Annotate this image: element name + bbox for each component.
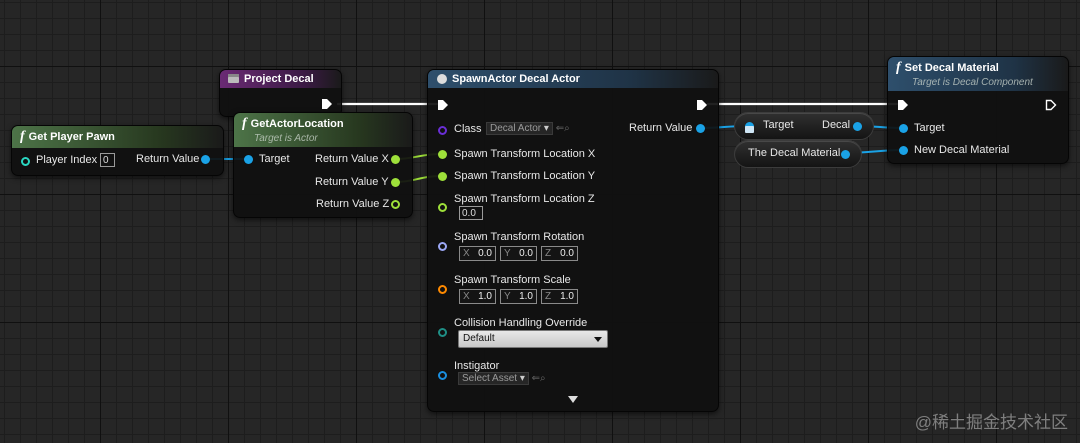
new-decal-material-pin[interactable]	[899, 146, 908, 155]
decal-material-pin[interactable]	[841, 150, 850, 159]
new-decal-material-label: New Decal Material	[914, 144, 1010, 156]
loc-z-pin[interactable]	[438, 203, 447, 212]
loc-x-label: Spawn Transform Location X	[454, 148, 596, 160]
rotation-x-input[interactable]: X 0.0	[459, 246, 496, 261]
spawn-return-pin[interactable]	[696, 124, 705, 133]
get-actor-location-subtitle: Target is Actor	[254, 133, 318, 144]
getter-cube-icon	[745, 126, 754, 133]
set-material-target-label: Target	[914, 122, 945, 134]
get-player-pawn-title: Get Player Pawn	[28, 131, 115, 143]
decal-material-label: The Decal Material	[748, 147, 841, 159]
return-z-pin[interactable]	[391, 200, 400, 209]
collision-pin[interactable]	[438, 328, 447, 337]
loc-y-pin[interactable]	[438, 172, 447, 181]
set-decal-material-header[interactable]: f Set Decal Material Target is Decal Comp…	[888, 57, 1068, 91]
return-y-label: Return Value Y	[315, 176, 389, 188]
instigator-pin[interactable]	[438, 371, 447, 380]
location-target-label: Target	[259, 153, 290, 165]
set-decal-material-node[interactable]: f Set Decal Material Target is Decal Comp…	[887, 56, 1069, 164]
player-index-label: Player Index	[36, 154, 98, 166]
scale-y-input[interactable]: Y 1.0	[500, 289, 537, 304]
instigator-value: Select Asset	[462, 373, 518, 384]
instigator-label: Instigator	[454, 360, 500, 372]
function-icon: f	[896, 60, 901, 75]
project-decal-exec-out-pin[interactable]	[321, 98, 333, 110]
project-decal-node[interactable]: Project Decal	[219, 69, 342, 117]
set-material-exec-out-pin[interactable]	[1045, 99, 1057, 111]
get-actor-location-header[interactable]: f GetActorLocation Target is Actor	[234, 113, 412, 147]
use-selected-arrow-icon[interactable]: ⇐	[532, 373, 540, 384]
loc-x-pin[interactable]	[438, 150, 447, 159]
set-material-exec-in-pin[interactable]	[897, 99, 909, 111]
decal-material-variable[interactable]: The Decal Material	[734, 140, 862, 168]
loc-z-input[interactable]: 0.0	[459, 206, 483, 220]
set-material-target-pin[interactable]	[899, 124, 908, 133]
getter-decal-label: Decal	[822, 119, 851, 131]
spawn-actor-title: SpawnActor Decal Actor	[452, 73, 580, 85]
class-value: Decal Actor	[490, 123, 542, 134]
collision-combo[interactable]: Default	[458, 330, 608, 348]
browse-search-icon[interactable]: ⌕	[564, 123, 570, 134]
event-icon	[228, 74, 239, 83]
loc-z-label: Spawn Transform Location Z	[454, 193, 595, 205]
rotation-y-input[interactable]: Y 0.0	[500, 246, 537, 261]
dropdown-arrow-icon: ▾	[519, 373, 525, 384]
scale-z-input[interactable]: Z 1.0	[541, 289, 578, 304]
class-pin[interactable]	[438, 126, 447, 135]
collision-label: Collision Handling Override	[454, 317, 588, 329]
decal-component-getter[interactable]: Target Decal	[734, 112, 874, 140]
get-player-pawn-header[interactable]: f Get Player Pawn	[12, 126, 223, 148]
spawn-actor-header[interactable]: SpawnActor Decal Actor	[428, 70, 718, 88]
location-target-pin[interactable]	[244, 155, 253, 164]
spawn-icon	[437, 74, 447, 84]
pawn-return-label: Return Value	[136, 153, 200, 165]
scale-pin[interactable]	[438, 285, 447, 294]
loc-y-label: Spawn Transform Location Y	[454, 170, 596, 182]
class-dropdown[interactable]: Decal Actor ▾ ⇐⌕	[486, 122, 570, 135]
scale-x-input[interactable]: X 1.0	[459, 289, 496, 304]
project-decal-header[interactable]: Project Decal	[220, 70, 341, 88]
expand-advanced-icon[interactable]	[568, 396, 578, 403]
spawn-return-label: Return Value	[629, 122, 693, 134]
getter-target-label: Target	[763, 119, 794, 131]
getter-decal-pin[interactable]	[853, 122, 862, 131]
class-label: Class	[454, 123, 482, 135]
set-decal-material-title: Set Decal Material	[904, 62, 999, 74]
function-icon: f	[242, 116, 247, 131]
return-x-label: Return Value X	[315, 153, 389, 165]
return-z-label: Return Value Z	[316, 198, 390, 210]
dropdown-arrow-icon	[594, 337, 602, 342]
dropdown-arrow-icon: ▾	[543, 123, 549, 134]
use-selected-arrow-icon[interactable]: ⇐	[556, 123, 564, 134]
get-actor-location-title: GetActorLocation	[250, 118, 344, 130]
get-actor-location-node[interactable]: f GetActorLocation Target is Actor Target…	[233, 112, 413, 218]
rotation-label: Spawn Transform Rotation	[454, 231, 585, 243]
browse-search-icon[interactable]: ⌕	[540, 373, 546, 384]
player-index-pin[interactable]	[21, 157, 30, 166]
return-y-pin[interactable]	[391, 178, 400, 187]
player-index-input[interactable]: 0	[100, 153, 115, 167]
set-decal-material-subtitle: Target is Decal Component	[912, 77, 1033, 88]
spawn-exec-out-pin[interactable]	[696, 99, 708, 111]
project-decal-title: Project Decal	[244, 73, 314, 85]
instigator-dropdown[interactable]: Select Asset ▾ ⇐⌕	[458, 372, 546, 385]
rotation-pin[interactable]	[438, 242, 447, 251]
rotation-z-input[interactable]: Z 0.0	[541, 246, 578, 261]
pawn-return-pin[interactable]	[201, 155, 210, 164]
get-player-pawn-node[interactable]: f Get Player Pawn Player Index 0 Return V…	[11, 125, 224, 176]
spawn-actor-node[interactable]: SpawnActor Decal Actor Class Decal Actor…	[427, 69, 719, 412]
watermark: @稀土掘金技术社区	[914, 413, 1068, 432]
return-x-pin[interactable]	[391, 155, 400, 164]
scale-label: Spawn Transform Scale	[454, 274, 571, 286]
spawn-exec-in-pin[interactable]	[437, 99, 449, 111]
function-icon: f	[20, 129, 25, 144]
collision-value: Default	[463, 333, 495, 344]
